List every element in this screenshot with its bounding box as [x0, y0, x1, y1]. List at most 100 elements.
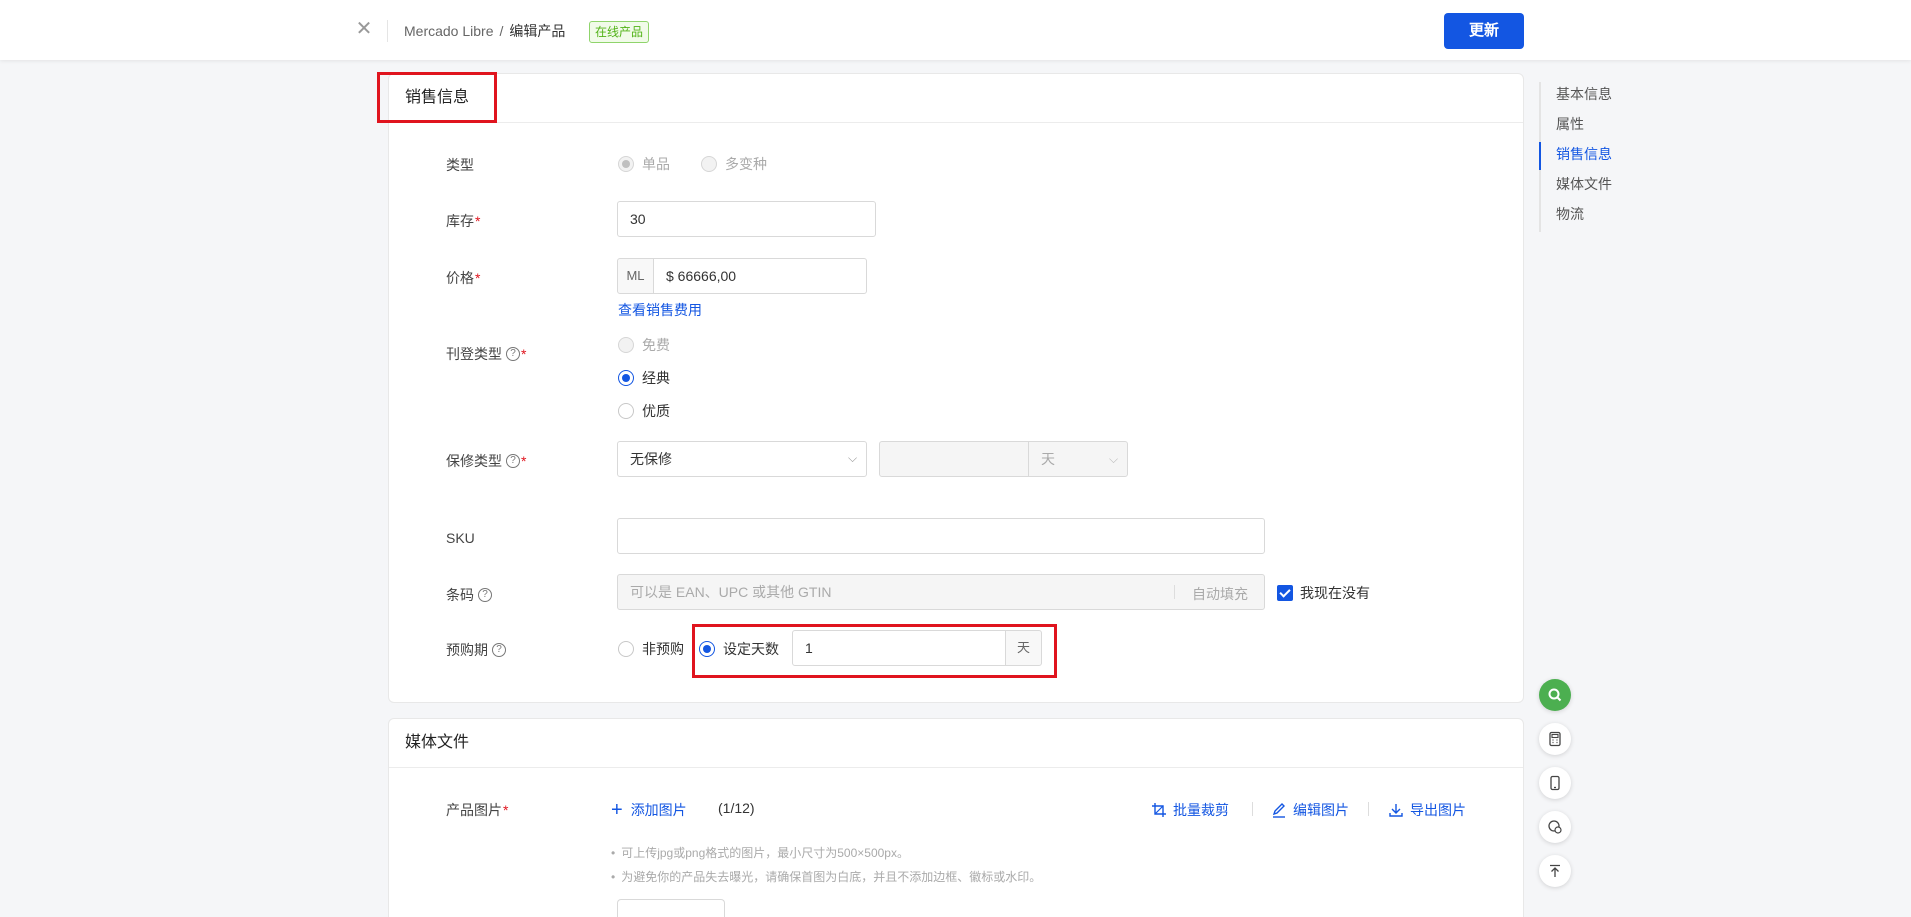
radio-icon	[618, 403, 634, 419]
listing-option-label: 经典	[642, 370, 670, 386]
upload-tip: 可上传jpg或png格式的图片，最小尺寸为500×500px。	[611, 844, 909, 861]
radio-icon	[699, 641, 715, 657]
nav-item-basic-info[interactable]: 基本信息	[1541, 82, 1612, 112]
presale-option-label: 设定天数	[723, 641, 779, 657]
listing-option-label: 免费	[642, 337, 670, 353]
edit-icon	[1272, 803, 1285, 818]
listing-type-label: 刊登类型? *	[446, 346, 527, 362]
product-images-label: 产品图片*	[446, 802, 509, 818]
presale-label-text: 预购期	[446, 642, 488, 658]
listing-option-label: 优质	[642, 403, 670, 419]
barcode-input: 可以是 EAN、UPC 或其他 GTIN	[617, 574, 1265, 610]
type-option-label: 多变种	[725, 156, 767, 172]
type-option-variant: 多变种	[701, 154, 767, 174]
mobile-icon[interactable]	[1539, 767, 1571, 799]
warranty-select[interactable]: 无保修	[617, 441, 867, 477]
price-input[interactable]: $ 66666,00	[653, 258, 867, 294]
image-upload-slot[interactable]	[617, 899, 725, 917]
stock-input[interactable]: 30	[617, 201, 876, 237]
search-icon[interactable]	[1539, 679, 1571, 711]
barcode-none-label: 我现在没有	[1300, 585, 1370, 601]
breadcrumb-current: 编辑产品	[509, 23, 566, 39]
presale-unit: 天	[1005, 630, 1042, 666]
view-fees-link[interactable]: 查看销售费用	[618, 300, 702, 320]
radio-icon	[618, 370, 634, 386]
presale-option-days[interactable]: 设定天数	[699, 639, 779, 659]
plus-icon: +	[611, 799, 623, 821]
barcode-autofill: 自动填充	[1192, 586, 1248, 602]
crop-icon	[1152, 803, 1166, 817]
warranty-duration-input	[879, 441, 1029, 477]
sku-label-text: SKU	[446, 530, 475, 546]
header-divider	[387, 20, 388, 42]
radio-icon	[618, 337, 634, 353]
chat-icon[interactable]	[1539, 811, 1571, 843]
upload-tip: 为避免你的产品失去曝光，请确保首图为白底，并且不添加边框、徽标或水印。	[611, 868, 1041, 885]
type-option-label: 单品	[642, 156, 670, 172]
chevron-down-icon: ⌵	[848, 451, 858, 465]
download-icon	[1389, 804, 1403, 817]
status-badge: 在线产品	[589, 21, 650, 43]
chevron-down-icon: ⌵	[1109, 452, 1119, 466]
batch-crop-label: 批量裁剪	[1173, 802, 1229, 818]
checkbox-checked-icon	[1277, 585, 1293, 601]
price-currency-prefix: ML	[617, 258, 654, 294]
nav-item-attributes[interactable]: 属性	[1541, 112, 1612, 142]
warranty-unit-value: 天	[1041, 451, 1055, 467]
media-card: 媒体文件 产品图片* + 添加图片 (1/12) 批量裁剪 编辑图片 导出图片 可…	[388, 718, 1524, 917]
presale-option-none[interactable]: 非预购	[618, 639, 684, 659]
update-button[interactable]: 更新	[1444, 13, 1524, 49]
back-to-top-icon[interactable]	[1539, 855, 1571, 887]
barcode-none-checkbox[interactable]: 我现在没有	[1277, 583, 1370, 603]
sku-input[interactable]	[617, 518, 1265, 554]
close-icon[interactable]: ✕	[353, 18, 375, 40]
warranty-label-text: 保修类型	[446, 453, 502, 469]
image-count: (1/12)	[718, 800, 755, 816]
help-icon[interactable]: ?	[492, 643, 506, 658]
barcode-separator	[1174, 585, 1175, 599]
help-icon[interactable]: ?	[506, 454, 520, 469]
action-separator	[1368, 802, 1369, 816]
price-label-text: 价格	[446, 270, 474, 286]
calculator-icon[interactable]	[1539, 723, 1571, 755]
breadcrumb: Mercado Libre / 编辑产品	[404, 21, 565, 41]
export-image-button[interactable]: 导出图片	[1388, 800, 1466, 820]
presale-days-input[interactable]: 1	[792, 630, 1006, 666]
action-separator	[1252, 802, 1253, 816]
type-option-single: 单品	[618, 154, 670, 174]
export-image-label: 导出图片	[1410, 802, 1466, 818]
section-nav: 基本信息 属性 销售信息 媒体文件 物流	[1539, 82, 1612, 232]
type-label: 类型	[446, 155, 474, 175]
help-icon[interactable]: ?	[506, 347, 520, 362]
add-image-button[interactable]: + 添加图片	[611, 800, 687, 820]
listing-option-premium[interactable]: 优质	[618, 401, 670, 421]
media-title: 媒体文件	[389, 719, 1523, 768]
radio-icon	[618, 156, 634, 172]
help-icon[interactable]: ?	[478, 588, 492, 603]
nav-item-sales-info[interactable]: 销售信息	[1539, 142, 1612, 172]
barcode-label-text: 条码	[446, 587, 474, 603]
nav-item-media[interactable]: 媒体文件	[1541, 172, 1612, 202]
nav-item-logistics[interactable]: 物流	[1541, 202, 1612, 232]
type-label-text: 类型	[446, 157, 474, 173]
breadcrumb-separator: /	[499, 23, 504, 39]
radio-icon	[701, 156, 717, 172]
add-image-label: 添加图片	[630, 802, 687, 818]
radio-icon	[618, 641, 634, 657]
listing-option-free: 免费	[618, 335, 670, 355]
presale-option-label: 非预购	[642, 641, 684, 657]
warranty-select-value: 无保修	[630, 451, 672, 467]
listing-type-label-text: 刊登类型	[446, 346, 502, 362]
sku-label: SKU	[446, 530, 475, 546]
stock-label: 库存*	[446, 213, 481, 229]
sales-info-card: 销售信息 类型 单品 多变种 库存* 30 价格* ML $ 66666,00 …	[388, 73, 1524, 703]
edit-image-button[interactable]: 编辑图片	[1271, 800, 1349, 820]
product-images-label-text: 产品图片	[446, 802, 502, 818]
breadcrumb-root[interactable]: Mercado Libre	[404, 23, 494, 39]
price-label: 价格*	[446, 270, 481, 286]
sales-info-title: 销售信息	[389, 74, 1523, 123]
listing-option-classic[interactable]: 经典	[618, 368, 670, 388]
edit-image-label: 编辑图片	[1293, 802, 1349, 818]
warranty-label: 保修类型? *	[446, 453, 527, 469]
batch-crop-button[interactable]: 批量裁剪	[1151, 800, 1229, 820]
